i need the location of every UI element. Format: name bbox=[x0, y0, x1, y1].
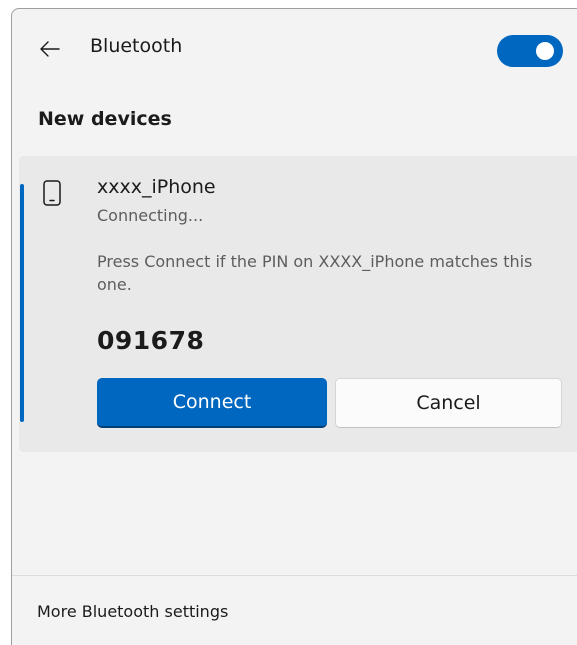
cancel-button[interactable]: Cancel bbox=[335, 378, 562, 428]
more-bluetooth-settings-link[interactable]: More Bluetooth settings bbox=[37, 602, 228, 621]
back-arrow-icon bbox=[40, 41, 60, 57]
back-button[interactable] bbox=[34, 33, 66, 65]
phone-icon bbox=[43, 180, 61, 206]
flyout-header: Bluetooth bbox=[12, 9, 577, 89]
connect-button[interactable]: Connect bbox=[97, 378, 327, 428]
toggle-knob bbox=[536, 42, 554, 60]
section-title: New devices bbox=[38, 108, 172, 130]
device-card[interactable]: xxxx_iPhone Connecting... Press Connect … bbox=[19, 156, 577, 452]
page-title: Bluetooth bbox=[90, 35, 183, 57]
pin-instructions: Press Connect if the PIN on XXXX_iPhone … bbox=[97, 252, 533, 294]
bluetooth-toggle[interactable] bbox=[497, 35, 563, 67]
device-name: xxxx_iPhone bbox=[97, 176, 216, 198]
selection-indicator bbox=[20, 184, 24, 422]
pairing-pin: 091678 bbox=[97, 326, 205, 355]
bluetooth-flyout: Bluetooth New devices xxxx_iPhone Connec… bbox=[11, 8, 577, 645]
footer-divider bbox=[12, 575, 577, 576]
device-status: Connecting... bbox=[97, 206, 204, 225]
